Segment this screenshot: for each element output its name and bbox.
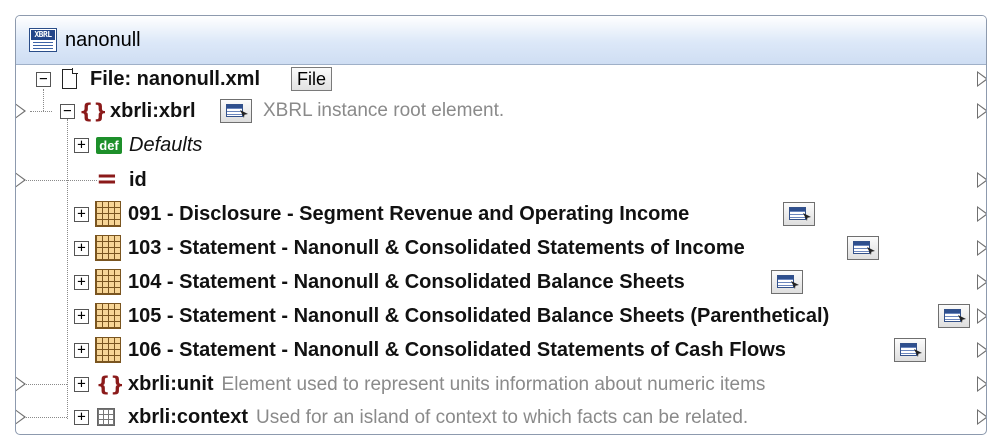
input-connector[interactable] (16, 376, 26, 392)
context-element-row: xbrli:context Used for an island of conte… (128, 402, 748, 433)
defaults-label: Defaults (129, 134, 203, 156)
expand-toggle[interactable]: + (74, 241, 89, 256)
table-name: 091 - Disclosure - Segment Revenue and O… (128, 203, 690, 225)
file-button[interactable]: File (291, 67, 333, 91)
root-element-name: xbrli:xbrl (110, 100, 196, 122)
table-name: 105 - Statement - Nanonull & Consolidate… (128, 305, 830, 327)
element-icon: {} (79, 99, 108, 123)
table-view-button[interactable] (938, 304, 970, 328)
output-connector[interactable] (977, 409, 986, 425)
context-grid-icon (97, 408, 115, 426)
input-connector[interactable] (16, 172, 26, 188)
expand-toggle[interactable]: + (74, 410, 89, 425)
element-icon: {} (96, 372, 125, 396)
tree-row-context[interactable]: + xbrli:context Used for an island of con… (16, 402, 986, 432)
table-icon (95, 235, 121, 261)
table-icon (95, 337, 121, 363)
expand-toggle[interactable]: + (74, 207, 89, 222)
tree-row-table[interactable]: + 104 - Statement - Nanonull & Consolida… (16, 267, 986, 297)
table-name: 106 - Statement - Nanonull & Consolidate… (128, 339, 786, 361)
output-connector[interactable] (977, 342, 986, 358)
tree-row-table[interactable]: + 106 - Statement - Nanonull & Consolida… (16, 335, 986, 365)
attribute-name: id (129, 169, 147, 191)
defaults-icon: def (96, 137, 122, 154)
xbrl-icon: XBRL (29, 28, 57, 52)
output-connector[interactable] (977, 376, 986, 392)
attribute-icon: = (96, 164, 118, 194)
tree-row-unit[interactable]: + {} xbrli:unit Element used to represent… (16, 369, 986, 399)
table-view-button[interactable] (847, 236, 879, 260)
expand-toggle[interactable]: + (74, 377, 89, 392)
context-element-name: xbrli:context (128, 406, 249, 428)
mapping-component: XBRL nanonull − File: nanonull.xml File … (15, 15, 987, 435)
tree-row-table[interactable]: + 105 - Statement - Nanonull & Consolida… (16, 301, 986, 331)
expand-toggle[interactable]: + (74, 309, 89, 324)
output-connector[interactable] (977, 206, 986, 222)
table-view-button[interactable] (783, 202, 815, 226)
output-connector[interactable] (977, 308, 986, 324)
table-icon (95, 201, 121, 227)
table-name: 103 - Statement - Nanonull & Consolidate… (128, 237, 745, 259)
output-connector[interactable] (977, 103, 986, 119)
tree-row-id[interactable]: = id (16, 164, 986, 195)
input-connector[interactable] (16, 409, 26, 425)
input-connector[interactable] (16, 103, 26, 119)
root-element-description: XBRL instance root element. (263, 100, 505, 121)
expand-toggle[interactable]: + (74, 343, 89, 358)
output-connector[interactable] (977, 240, 986, 256)
tree-row-file[interactable]: − File: nanonull.xml File (16, 64, 986, 94)
expand-toggle[interactable]: + (74, 275, 89, 290)
tree-row-root[interactable]: − {} xbrli:xbrl XBRL instance root eleme… (16, 96, 986, 126)
unit-element-name: xbrli:unit (128, 373, 214, 395)
collapse-toggle[interactable]: − (60, 104, 75, 119)
context-element-description: Used for an island of context to which f… (256, 407, 749, 428)
tree-row-defaults[interactable]: + def Defaults (16, 130, 986, 160)
table-view-button[interactable] (894, 338, 926, 362)
table-view-button[interactable] (220, 99, 252, 123)
table-view-button[interactable] (771, 270, 803, 294)
table-icon (95, 303, 121, 329)
component-titlebar[interactable]: XBRL nanonull (16, 16, 986, 65)
output-connector[interactable] (977, 172, 986, 188)
output-connector[interactable] (977, 71, 986, 87)
component-title: nanonull (65, 29, 141, 51)
unit-element-row: xbrli:unit Element used to represent unit… (128, 369, 765, 400)
root-element-row: xbrli:xbrl (110, 96, 196, 126)
table-name: 104 - Statement - Nanonull & Consolidate… (128, 271, 685, 293)
tree-row-table[interactable]: + 103 - Statement - Nanonull & Consolida… (16, 233, 986, 263)
file-icon (62, 68, 78, 89)
tree-row-table[interactable]: + 091 - Disclosure - Segment Revenue and… (16, 199, 986, 229)
collapse-toggle[interactable]: − (36, 72, 51, 87)
table-icon (95, 269, 121, 295)
unit-element-description: Element used to represent units informat… (221, 374, 766, 395)
file-label: File: nanonull.xml (90, 68, 261, 90)
output-connector[interactable] (977, 274, 986, 290)
expand-toggle[interactable]: + (74, 138, 89, 153)
